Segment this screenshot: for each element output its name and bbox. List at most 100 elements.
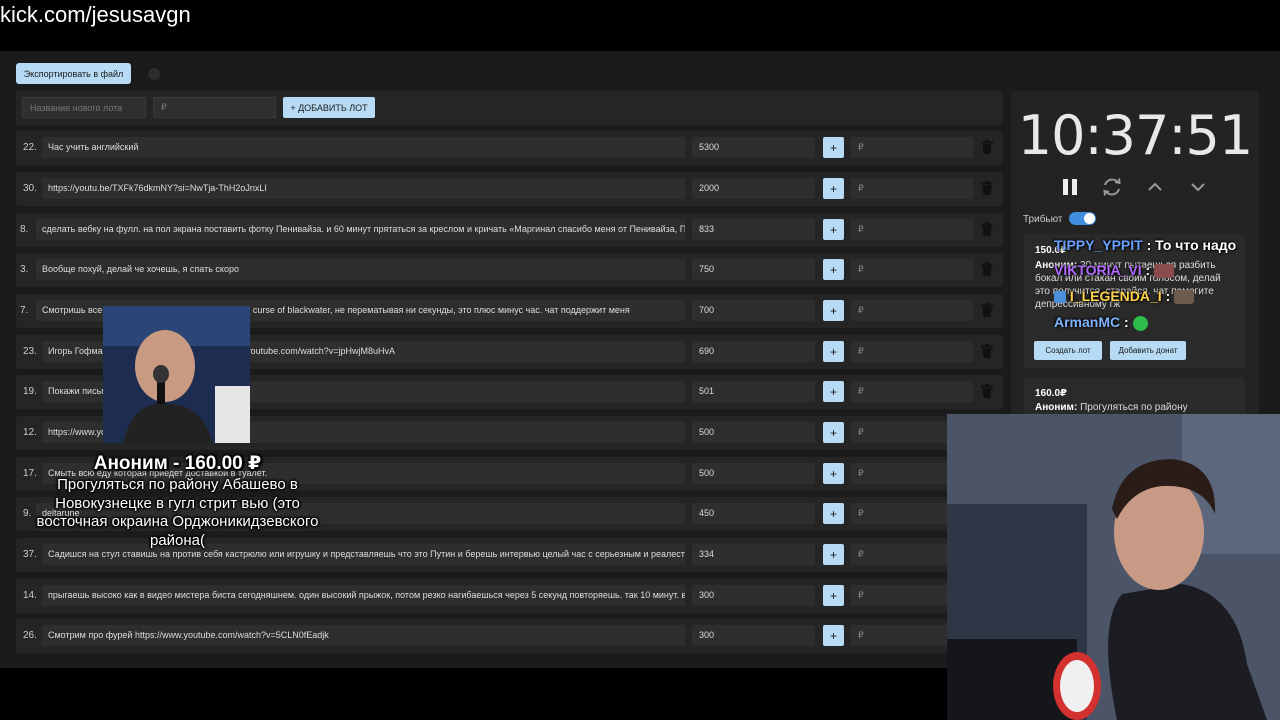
- lot-add-button[interactable]: +: [823, 259, 844, 280]
- lot-number: 22.: [23, 142, 37, 153]
- lot-text-field[interactable]: Вообще похуй, делай че хочешь, я спать с…: [36, 259, 685, 280]
- lot-number: 37.: [23, 549, 37, 560]
- pause-icon[interactable]: [1058, 176, 1082, 198]
- trash-icon[interactable]: [981, 303, 993, 317]
- chat-username: ArmanMC: [1054, 314, 1121, 330]
- lot-extra-input[interactable]: ₽: [851, 341, 973, 362]
- lot-number: 7.: [20, 305, 29, 316]
- lot-amount-field[interactable]: 501: [692, 381, 815, 402]
- tribute-toggle[interactable]: [1069, 212, 1096, 225]
- lot-amount-field[interactable]: 500: [692, 463, 815, 484]
- lot-row: 22. Час учить английский 5300 + ₽: [16, 131, 1003, 165]
- lot-number: 23.: [23, 346, 37, 357]
- trash-icon[interactable]: [981, 262, 993, 276]
- add-donation-button[interactable]: Добавить донат: [1110, 341, 1186, 360]
- chat-message: TIPPY_YPPIT : То что надо: [1054, 237, 1236, 253]
- stream-frame: kick.com/jesusavgn Экспортировать в файл…: [0, 0, 1280, 720]
- alert-message: Прогуляться по району Абашево в Новокузн…: [36, 476, 319, 549]
- lot-extra-input[interactable]: ₽: [851, 137, 973, 158]
- lot-number: 30.: [23, 183, 37, 194]
- lot-amount-field[interactable]: 450: [692, 503, 815, 524]
- add-lot-button[interactable]: + ДОБАВИТЬ ЛОТ: [283, 97, 375, 118]
- lot-text-field[interactable]: Час учить английский: [42, 137, 685, 158]
- donation-message: Прогуляться по району: [1080, 402, 1188, 413]
- export-button[interactable]: Экспортировать в файл: [16, 63, 131, 84]
- lot-number: 12.: [23, 427, 37, 438]
- lot-add-button[interactable]: +: [823, 300, 844, 321]
- theme-toggle[interactable]: [148, 68, 160, 80]
- lot-row: 8. сделать вебку на фулл. на пол экрана …: [16, 213, 1003, 247]
- lot-text-field[interactable]: https://youtu.be/TXFk76dkmNY?si=NwTja-Th…: [42, 178, 685, 199]
- lot-row: 14. прыгаешь высоко как в видео мистера …: [16, 579, 1003, 613]
- lot-amount-field[interactable]: 690: [692, 341, 815, 362]
- lot-add-button[interactable]: +: [823, 341, 844, 362]
- lot-row: 3. Вообще похуй, делай че хочешь, я спат…: [16, 253, 1003, 287]
- lot-add-button[interactable]: +: [823, 625, 844, 646]
- create-lot-button[interactable]: Создать лот: [1034, 341, 1102, 360]
- donation-card: 160.0₽ Аноним: Прогуляться по району: [1024, 377, 1245, 417]
- trash-icon[interactable]: [981, 344, 993, 358]
- lot-row: 30. https://youtu.be/TXFk76dkmNY?si=NwTj…: [16, 172, 1003, 206]
- chat-username: TIPPY_YPPIT: [1054, 237, 1143, 253]
- lot-amount-field[interactable]: 750: [692, 259, 815, 280]
- lot-row: 26. Смотрим про фурей https://www.youtub…: [16, 619, 1003, 653]
- lot-add-button[interactable]: +: [823, 422, 844, 443]
- lot-add-button[interactable]: +: [823, 178, 844, 199]
- lot-add-button[interactable]: +: [823, 219, 844, 240]
- channel-url: kick.com/jesusavgn: [0, 2, 191, 27]
- lot-extra-input[interactable]: ₽: [851, 300, 973, 321]
- chat-separator: :: [1120, 314, 1133, 330]
- lot-price-input[interactable]: ₽: [153, 97, 276, 118]
- trash-icon[interactable]: [981, 384, 993, 398]
- chat-message: VIKTORIA_VI :: [1054, 262, 1175, 279]
- lot-add-button[interactable]: +: [823, 544, 844, 565]
- webcam-feed: [947, 414, 1280, 720]
- chat-message: I_LEGENDA_I :: [1054, 288, 1195, 305]
- lot-add-button[interactable]: +: [823, 463, 844, 484]
- chat-separator: :: [1142, 237, 1156, 253]
- lot-number: 3.: [20, 264, 29, 275]
- countdown-timer: 10:37:51: [1017, 104, 1254, 167]
- lot-text-field[interactable]: прыгаешь высоко как в видео мистера бист…: [42, 585, 685, 606]
- lot-number: 8.: [20, 224, 29, 235]
- lot-text-field[interactable]: сделать вебку на фулл. на пол экрана пос…: [36, 219, 685, 240]
- trash-icon[interactable]: [981, 181, 993, 195]
- lot-amount-field[interactable]: 300: [692, 585, 815, 606]
- lot-text-field[interactable]: Смотрим про фурей https://www.youtube.co…: [42, 625, 685, 646]
- trash-icon[interactable]: [981, 222, 993, 236]
- chevron-up-icon[interactable]: [1143, 176, 1167, 198]
- alert-title: Аноним - 160.00 ₽: [93, 453, 262, 474]
- chat-username: I_LEGENDA_I: [1069, 288, 1162, 304]
- emote-icon: [1132, 315, 1148, 331]
- lot-amount-field[interactable]: 500: [692, 422, 815, 443]
- lot-extra-input[interactable]: ₽: [851, 259, 973, 280]
- lot-amount-field[interactable]: 334: [692, 544, 815, 565]
- lot-add-button[interactable]: +: [823, 585, 844, 606]
- lot-add-button[interactable]: +: [823, 381, 844, 402]
- webcam-image: [947, 414, 1280, 720]
- lot-extra-input[interactable]: ₽: [851, 178, 973, 199]
- donation-author: Аноним:: [1035, 402, 1078, 413]
- chat-username: VIKTORIA_VI: [1054, 262, 1142, 278]
- chat-message: ArmanMC :: [1054, 314, 1148, 331]
- chat-separator: :: [1141, 262, 1155, 278]
- lot-number: 19.: [23, 386, 37, 397]
- lot-number: 14.: [23, 590, 37, 601]
- trash-icon[interactable]: [981, 140, 993, 154]
- lot-number: 26.: [23, 630, 37, 641]
- lot-amount-field[interactable]: 300: [692, 625, 815, 646]
- lot-extra-input[interactable]: ₽: [851, 381, 973, 402]
- lot-add-button[interactable]: +: [823, 137, 844, 158]
- badge-icon: [1054, 291, 1066, 304]
- lot-amount-field[interactable]: 5300: [692, 137, 815, 158]
- lot-amount-field[interactable]: 2000: [692, 178, 815, 199]
- lot-name-input[interactable]: Название нового лота: [22, 97, 146, 118]
- lot-amount-field[interactable]: 833: [692, 219, 815, 240]
- chevron-down-icon[interactable]: [1186, 176, 1210, 198]
- lot-extra-input[interactable]: ₽: [851, 219, 973, 240]
- reset-icon[interactable]: [1100, 176, 1124, 198]
- lot-amount-field[interactable]: 700: [692, 300, 815, 321]
- donation-text: Аноним: Прогуляться по району: [1035, 401, 1235, 414]
- alert-video-frame: [103, 306, 250, 443]
- lot-add-button[interactable]: +: [823, 503, 844, 524]
